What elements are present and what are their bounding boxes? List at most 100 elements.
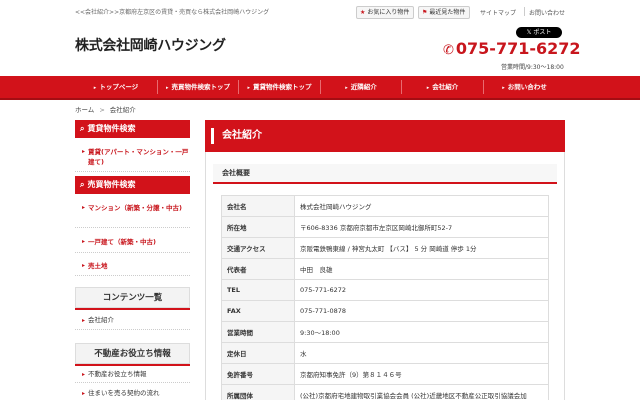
sidebar-item-sale-flow[interactable]: ▸ 住まいを売る契約の流れ: [75, 387, 190, 400]
top-utility-bar: <<会社紹介>>京都府左京区の賃貸・売買なら株式会社岡崎ハウジング ★ お気に入り…: [0, 0, 640, 24]
nav-item-sale-search[interactable]: ▸ 売買物件検索トップ: [158, 76, 238, 98]
company-logo[interactable]: 株式会社岡崎ハウジング: [75, 35, 226, 55]
table-row: FAX 075-771-0878: [221, 300, 549, 322]
top-breadcrumb: <<会社紹介>>京都府左京区の賃貸・売買なら株式会社岡崎ハウジング: [75, 9, 270, 16]
info-heading: 不動産お役立ち情報: [75, 343, 190, 364]
nav-label: トップページ: [99, 83, 139, 91]
chevron-right-icon: ▸: [165, 85, 169, 91]
table-value: (公社)京都府宅地建物取引業協会会員 (公社)近畿地区不動産公正取引協議会加: [294, 384, 549, 400]
sidebar-item-land[interactable]: ▸ 売土地: [75, 256, 190, 276]
page-title-accent: [211, 128, 214, 144]
table-value: 075-771-0878: [294, 300, 549, 322]
sidebar-item-mansion[interactable]: ▸ マンション（新築・分譲・中古): [75, 197, 190, 228]
table-row: 会社名 株式会社岡崎ハウジング: [221, 195, 549, 217]
sidebar-item-rental[interactable]: ▸ 賃貸(アパート・マンション・一戸建て): [75, 141, 190, 172]
breadcrumb-current: 会社紹介: [109, 106, 136, 114]
table-value: 中田 良雄: [294, 258, 549, 280]
breadcrumb-home[interactable]: ホーム: [75, 106, 94, 114]
table-value: 京都府知事免許（9）第８１４６号: [294, 363, 549, 385]
sidebar-item-info[interactable]: ▸ 不動産お役立ち情報: [75, 368, 190, 383]
sale-search-heading: ⌕ 売買物件検索: [75, 176, 190, 194]
sidebar-item-label: 売土地: [88, 262, 108, 270]
table-value: 京阪電鉄鴨東線 / 神宮丸太町 【バス】 5 分 岡崎道 停歩 1分: [294, 237, 549, 259]
nav-label: お問い合わせ: [507, 83, 547, 91]
info-heading-underline: [75, 364, 190, 366]
table-row: 代表者 中田 良雄: [221, 258, 549, 280]
chevron-right-icon: ▸: [82, 148, 86, 155]
nav-item-contact[interactable]: ▸ お問い合わせ: [484, 76, 565, 98]
phone-number: ✆ 075-771-6272: [443, 39, 581, 58]
nav-label: 会社紹介: [432, 83, 459, 91]
chevron-right-icon: ▸: [93, 85, 97, 91]
table-key: 営業時間: [221, 321, 295, 343]
page-title: 会社紹介: [205, 120, 565, 152]
sidebar-item-label: マンション（新築・分譲・中古): [88, 204, 182, 212]
chevron-right-icon: ▸: [82, 204, 86, 211]
nav-item-company[interactable]: ▸ 会社紹介: [402, 76, 483, 98]
table-value: 水: [294, 342, 549, 364]
sidebar-item-label: 住まいを売る契約の流れ: [88, 389, 160, 397]
global-nav: ▸ トップページ ▸ 売買物件検索トップ ▸ 賃貸物件検索トップ ▸ 近隣紹介 ▸ 会社紹…: [0, 76, 640, 100]
search-icon: ⌕: [80, 124, 85, 133]
chevron-right-icon: ▸: [82, 238, 86, 245]
sidebar-item-label: 会社紹介: [88, 316, 114, 324]
chevron-right-icon: ▸: [426, 85, 430, 91]
nav-label: 賃貸物件検索トップ: [253, 83, 312, 91]
table-key: FAX: [221, 300, 295, 322]
chevron-right-icon: ▸: [502, 85, 505, 91]
sidebar-item-house[interactable]: ▸ 一戸建て（新築・中古): [75, 231, 190, 253]
company-info-table: 会社名 株式会社岡崎ハウジング 所在地 〒606-8336 京都府京都市左京区岡崎北…: [221, 195, 549, 400]
nav-item-rental-search[interactable]: ▸ 賃貸物件検索トップ: [239, 76, 320, 98]
star-icon: ★: [360, 9, 366, 16]
table-value: 9:30～18:00: [294, 321, 549, 343]
top-link-divider: [524, 7, 525, 16]
table-key: 会社名: [221, 195, 295, 217]
phone-icon: ✆: [443, 43, 454, 58]
table-key: 交通アクセス: [221, 237, 295, 259]
recent-button[interactable]: ⚑ 最近見た物件: [418, 6, 471, 19]
chevron-right-icon: ▸: [82, 371, 86, 378]
chevron-right-icon: ▸: [82, 317, 86, 324]
table-key: 代表者: [221, 258, 295, 280]
table-value: 〒606-8336 京都府京都市左京区岡崎北御所町52-7: [294, 216, 549, 238]
table-key: TEL: [221, 279, 295, 301]
table-row: 免許番号 京都府知事免許（9）第８１４６号: [221, 363, 549, 385]
table-key: 定休日: [221, 342, 295, 364]
table-value: 株式会社岡崎ハウジング: [294, 195, 549, 217]
flag-icon: ⚑: [422, 9, 428, 16]
chevron-right-icon: ▸: [82, 262, 86, 269]
chevron-right-icon: ▸: [247, 85, 250, 91]
sitemap-link[interactable]: サイトマップ: [480, 8, 516, 17]
rental-heading-label: 賃貸物件検索: [87, 124, 136, 133]
table-key: 所在地: [221, 216, 295, 238]
table-key: 免許番号: [221, 363, 295, 385]
rental-search-heading: ⌕ 賃貸物件検索: [75, 120, 190, 138]
phone-text: 075-771-6272: [455, 39, 581, 58]
nav-label: 近隣紹介: [350, 83, 377, 91]
contents-heading-underline: [75, 308, 190, 310]
sale-heading-label: 売買物件検索: [87, 180, 136, 189]
favorites-label: お気に入り物件: [367, 9, 410, 16]
chevron-right-icon: ▸: [82, 390, 86, 397]
sidebar-item-label: 不動産お役立ち情報: [88, 370, 147, 378]
breadcrumb-separator: >: [99, 106, 105, 114]
table-row: 所在地 〒606-8336 京都府京都市左京区岡崎北御所町52-7: [221, 216, 549, 238]
table-row: 交通アクセス 京阪電鉄鴨東線 / 神宮丸太町 【バス】 5 分 岡崎道 停歩 1分: [221, 237, 549, 259]
x-post-button[interactable]: 𝕏 ポスト: [516, 27, 562, 38]
nav-item-top[interactable]: ▸ トップページ: [75, 76, 157, 98]
breadcrumb: ホーム > 会社紹介: [75, 104, 136, 114]
chevron-right-icon: ▸: [345, 85, 348, 91]
favorites-button[interactable]: ★ お気に入り物件: [356, 6, 415, 19]
sidebar-item-label: 賃貸(アパート・マンション・一戸建て): [88, 148, 189, 166]
table-value: 075-771-6272: [294, 279, 549, 301]
nav-label: 売買物件検索トップ: [171, 83, 231, 91]
recent-label: 最近見た物件: [429, 9, 466, 16]
sidebar-item-company[interactable]: ▸ 会社紹介: [75, 313, 190, 330]
table-row: 営業時間 9:30～18:00: [221, 321, 549, 343]
table-row: 所属団体 (公社)京都府宅地建物取引業協会会員 (公社)近畿地区不動産公正取引協議…: [221, 384, 549, 400]
top-contact-link[interactable]: お問い合わせ: [529, 8, 565, 17]
business-hours: 営業時間/9:30～18:00: [501, 64, 564, 71]
contents-heading: コンテンツ一覧: [75, 287, 190, 308]
table-row: 定休日水: [221, 342, 549, 364]
nav-item-neighborhood[interactable]: ▸ 近隣紹介: [321, 76, 401, 98]
